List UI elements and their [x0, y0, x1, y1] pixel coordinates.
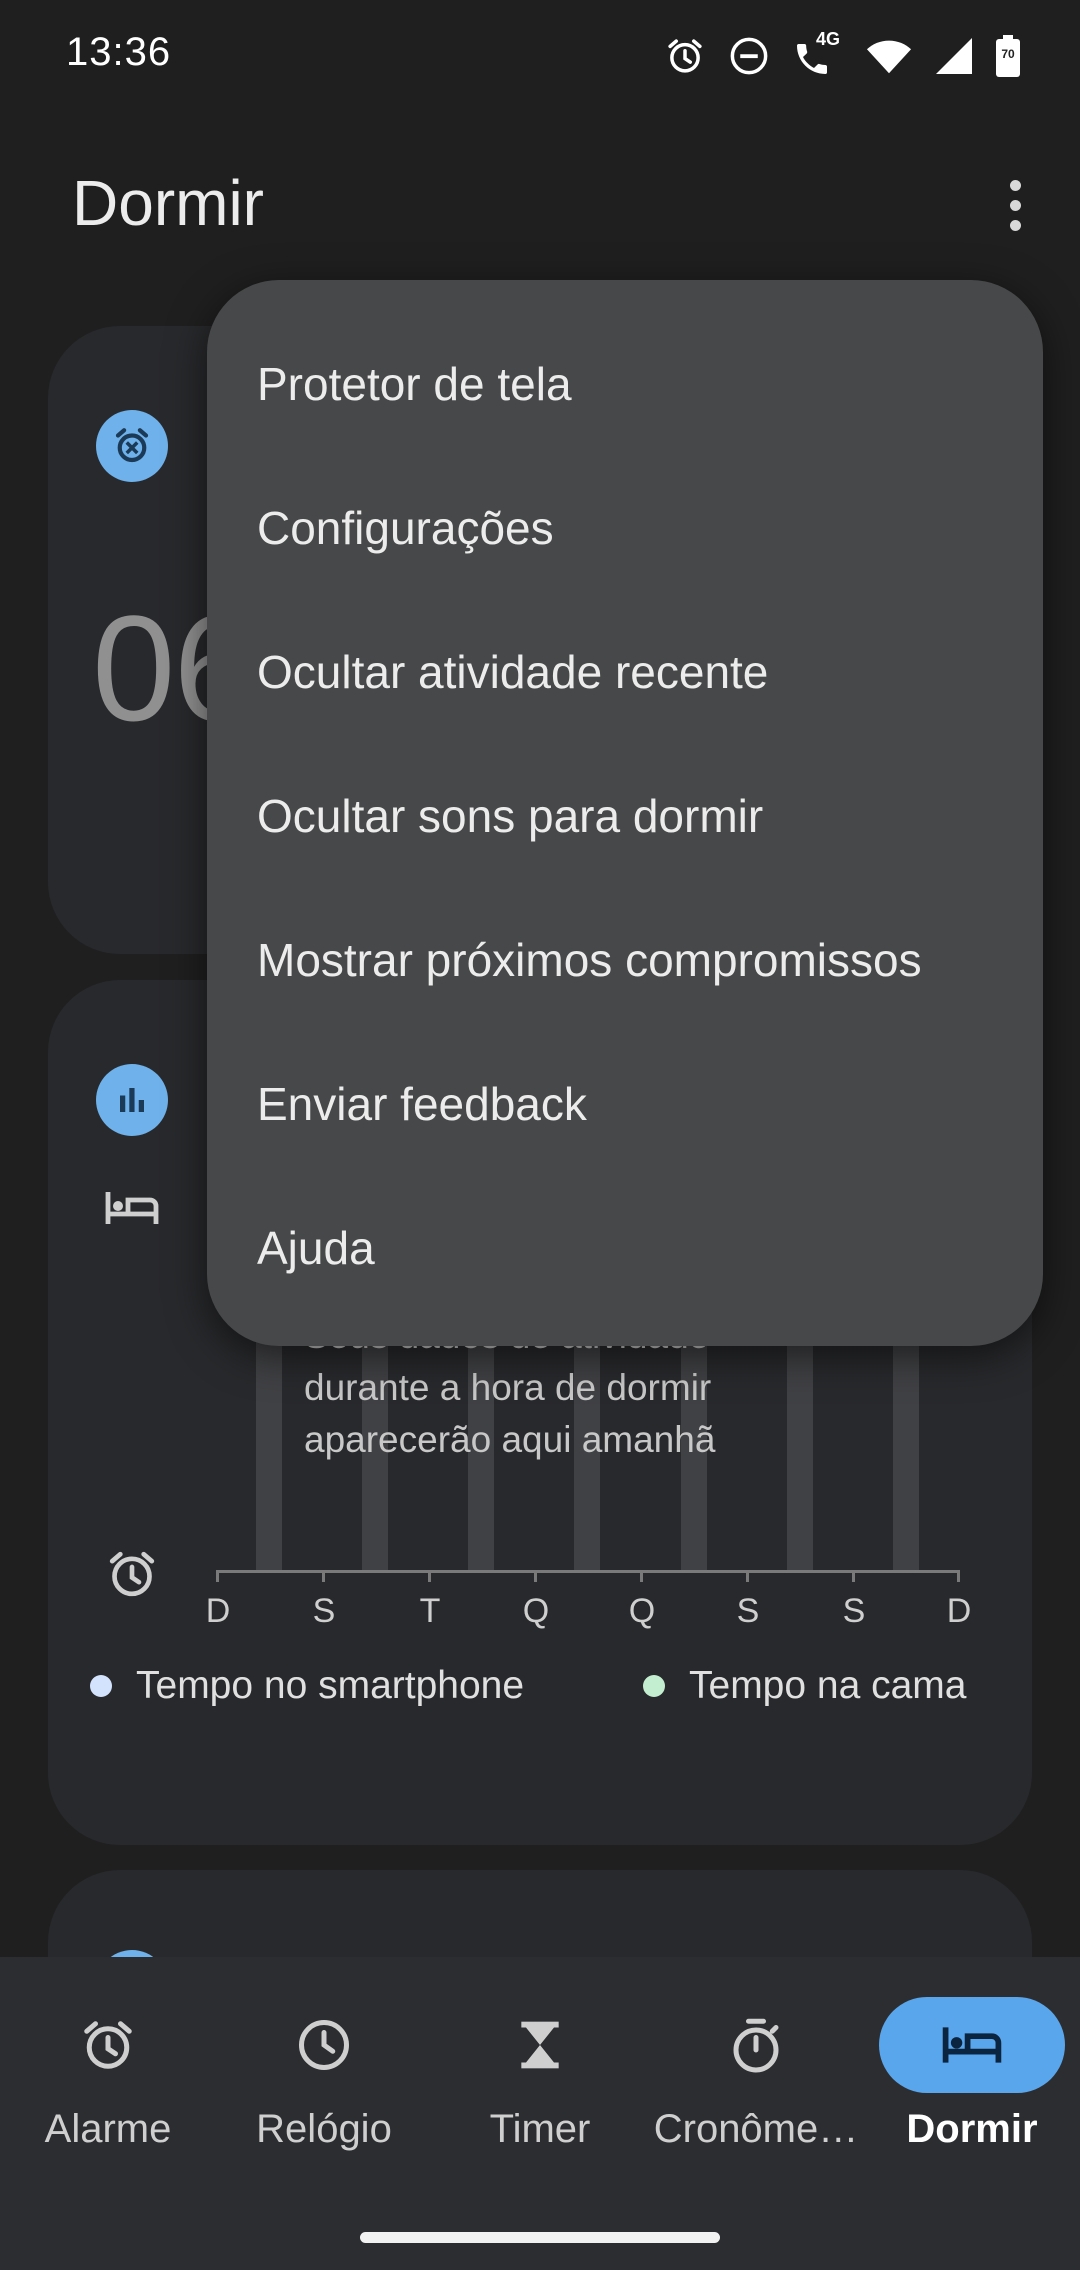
- alarm-icon: [115, 428, 149, 463]
- legend-item-phone-time: Tempo no smartphone: [90, 1664, 524, 1708]
- more-vert-icon-dot: [1009, 179, 1021, 191]
- x-axis-tick: [534, 1572, 537, 1582]
- activity-badge: [96, 1064, 168, 1136]
- empty-message-line: aparecerão aqui amanhã: [304, 1419, 716, 1460]
- x-tick-label: S: [842, 1592, 866, 1630]
- legend-item-bed-time: Tempo na cama: [643, 1664, 966, 1708]
- x-axis-tick: [852, 1572, 855, 1582]
- menu-item-screensaver[interactable]: Protetor de tela: [207, 312, 1043, 456]
- page-title: Dormir: [72, 167, 264, 239]
- do-not-disturb-icon: [730, 37, 768, 75]
- nav-label: Alarme: [44, 2107, 172, 2151]
- legend-dot: [643, 1675, 665, 1697]
- nav-label: Timer: [489, 2107, 591, 2151]
- network-type-label: 4G: [816, 29, 841, 49]
- menu-item-help[interactable]: Ajuda: [207, 1176, 1043, 1320]
- call-4g-icon: 4G: [792, 29, 844, 79]
- alarm-icon: [84, 2021, 132, 2069]
- menu-item-hide-recent-activity[interactable]: Ocultar atividade recente: [207, 600, 1043, 744]
- x-axis-tick: [640, 1572, 643, 1582]
- x-axis-tick: [428, 1572, 431, 1582]
- x-tick-label: D: [205, 1592, 231, 1630]
- alarm-status-icon: [668, 39, 702, 73]
- x-tick-label: Q: [628, 1592, 656, 1630]
- nav-pill-active: [879, 1997, 1065, 2093]
- more-vert-icon-dot: [1009, 199, 1021, 211]
- legend-label: Tempo no smartphone: [136, 1664, 525, 1707]
- x-tick-label: S: [736, 1592, 760, 1630]
- menu-item-settings[interactable]: Configurações: [207, 456, 1043, 600]
- nav-pill: [231, 1997, 417, 2093]
- wifi-icon: [866, 40, 912, 74]
- bedtime-alarm-badge: [96, 410, 168, 482]
- menu-item-send-feedback[interactable]: Enviar feedback: [207, 1032, 1043, 1176]
- x-axis-tick: [746, 1572, 749, 1582]
- x-axis-line: [216, 1570, 960, 1573]
- empty-message-line: durante a hora de dormir: [304, 1367, 712, 1408]
- more-vert-icon-dot: [1009, 219, 1021, 231]
- nav-item-dormir[interactable]: Dormir: [864, 1957, 1080, 2157]
- chart-bar: [893, 1330, 919, 1572]
- nav-item-cronometro[interactable]: Cronôme…: [648, 1957, 864, 2157]
- bottom-navigation: Alarme Relógio Timer Cronôme… Dormir: [0, 1957, 1080, 2270]
- stopwatch-icon: [733, 2018, 779, 2073]
- bed-icon: [942, 2027, 1002, 2063]
- nav-pill: [15, 1997, 201, 2093]
- nav-item-alarme[interactable]: Alarme: [0, 1957, 216, 2157]
- legend-label: Tempo na cama: [689, 1664, 967, 1707]
- status-icons: 4G 70: [664, 29, 1020, 82]
- nav-pill: [663, 1997, 849, 2093]
- nav-label: Cronôme…: [653, 2107, 859, 2151]
- bar-chart-icon: [120, 1088, 144, 1112]
- nav-label: Dormir: [906, 2107, 1038, 2151]
- nav-item-timer[interactable]: Timer: [432, 1957, 648, 2157]
- hourglass-icon: [521, 2021, 559, 2069]
- more-options-button[interactable]: [990, 170, 1040, 240]
- overflow-menu: Protetor de tela Configurações Ocultar a…: [207, 280, 1043, 1346]
- menu-item-hide-sleep-sounds[interactable]: Ocultar sons para dormir: [207, 744, 1043, 888]
- status-time: 13:36: [66, 30, 172, 74]
- x-axis-tick: [322, 1572, 325, 1582]
- bed-icon: [105, 1192, 159, 1224]
- signal-icon: [936, 38, 972, 74]
- nav-item-relogio[interactable]: Relógio: [216, 1957, 432, 2157]
- menu-item-show-upcoming-events[interactable]: Mostrar próximos compromissos: [207, 888, 1043, 1032]
- x-tick-label: Q: [522, 1592, 550, 1630]
- x-tick-label: D: [946, 1592, 972, 1630]
- battery-level: 70: [1001, 47, 1015, 61]
- x-axis-tick: [216, 1572, 219, 1582]
- x-axis-tick: [957, 1572, 960, 1582]
- battery-icon: 70: [996, 35, 1020, 77]
- nav-label: Relógio: [256, 2107, 392, 2151]
- nav-pill: [447, 1997, 633, 2093]
- chart-bar: [256, 1330, 282, 1572]
- clock-icon: [299, 2020, 349, 2070]
- home-indicator[interactable]: [360, 2232, 720, 2243]
- x-tick-label: T: [419, 1592, 441, 1630]
- alarm-icon: [109, 1551, 155, 1597]
- x-tick-label: S: [312, 1592, 336, 1630]
- legend-dot: [90, 1675, 112, 1697]
